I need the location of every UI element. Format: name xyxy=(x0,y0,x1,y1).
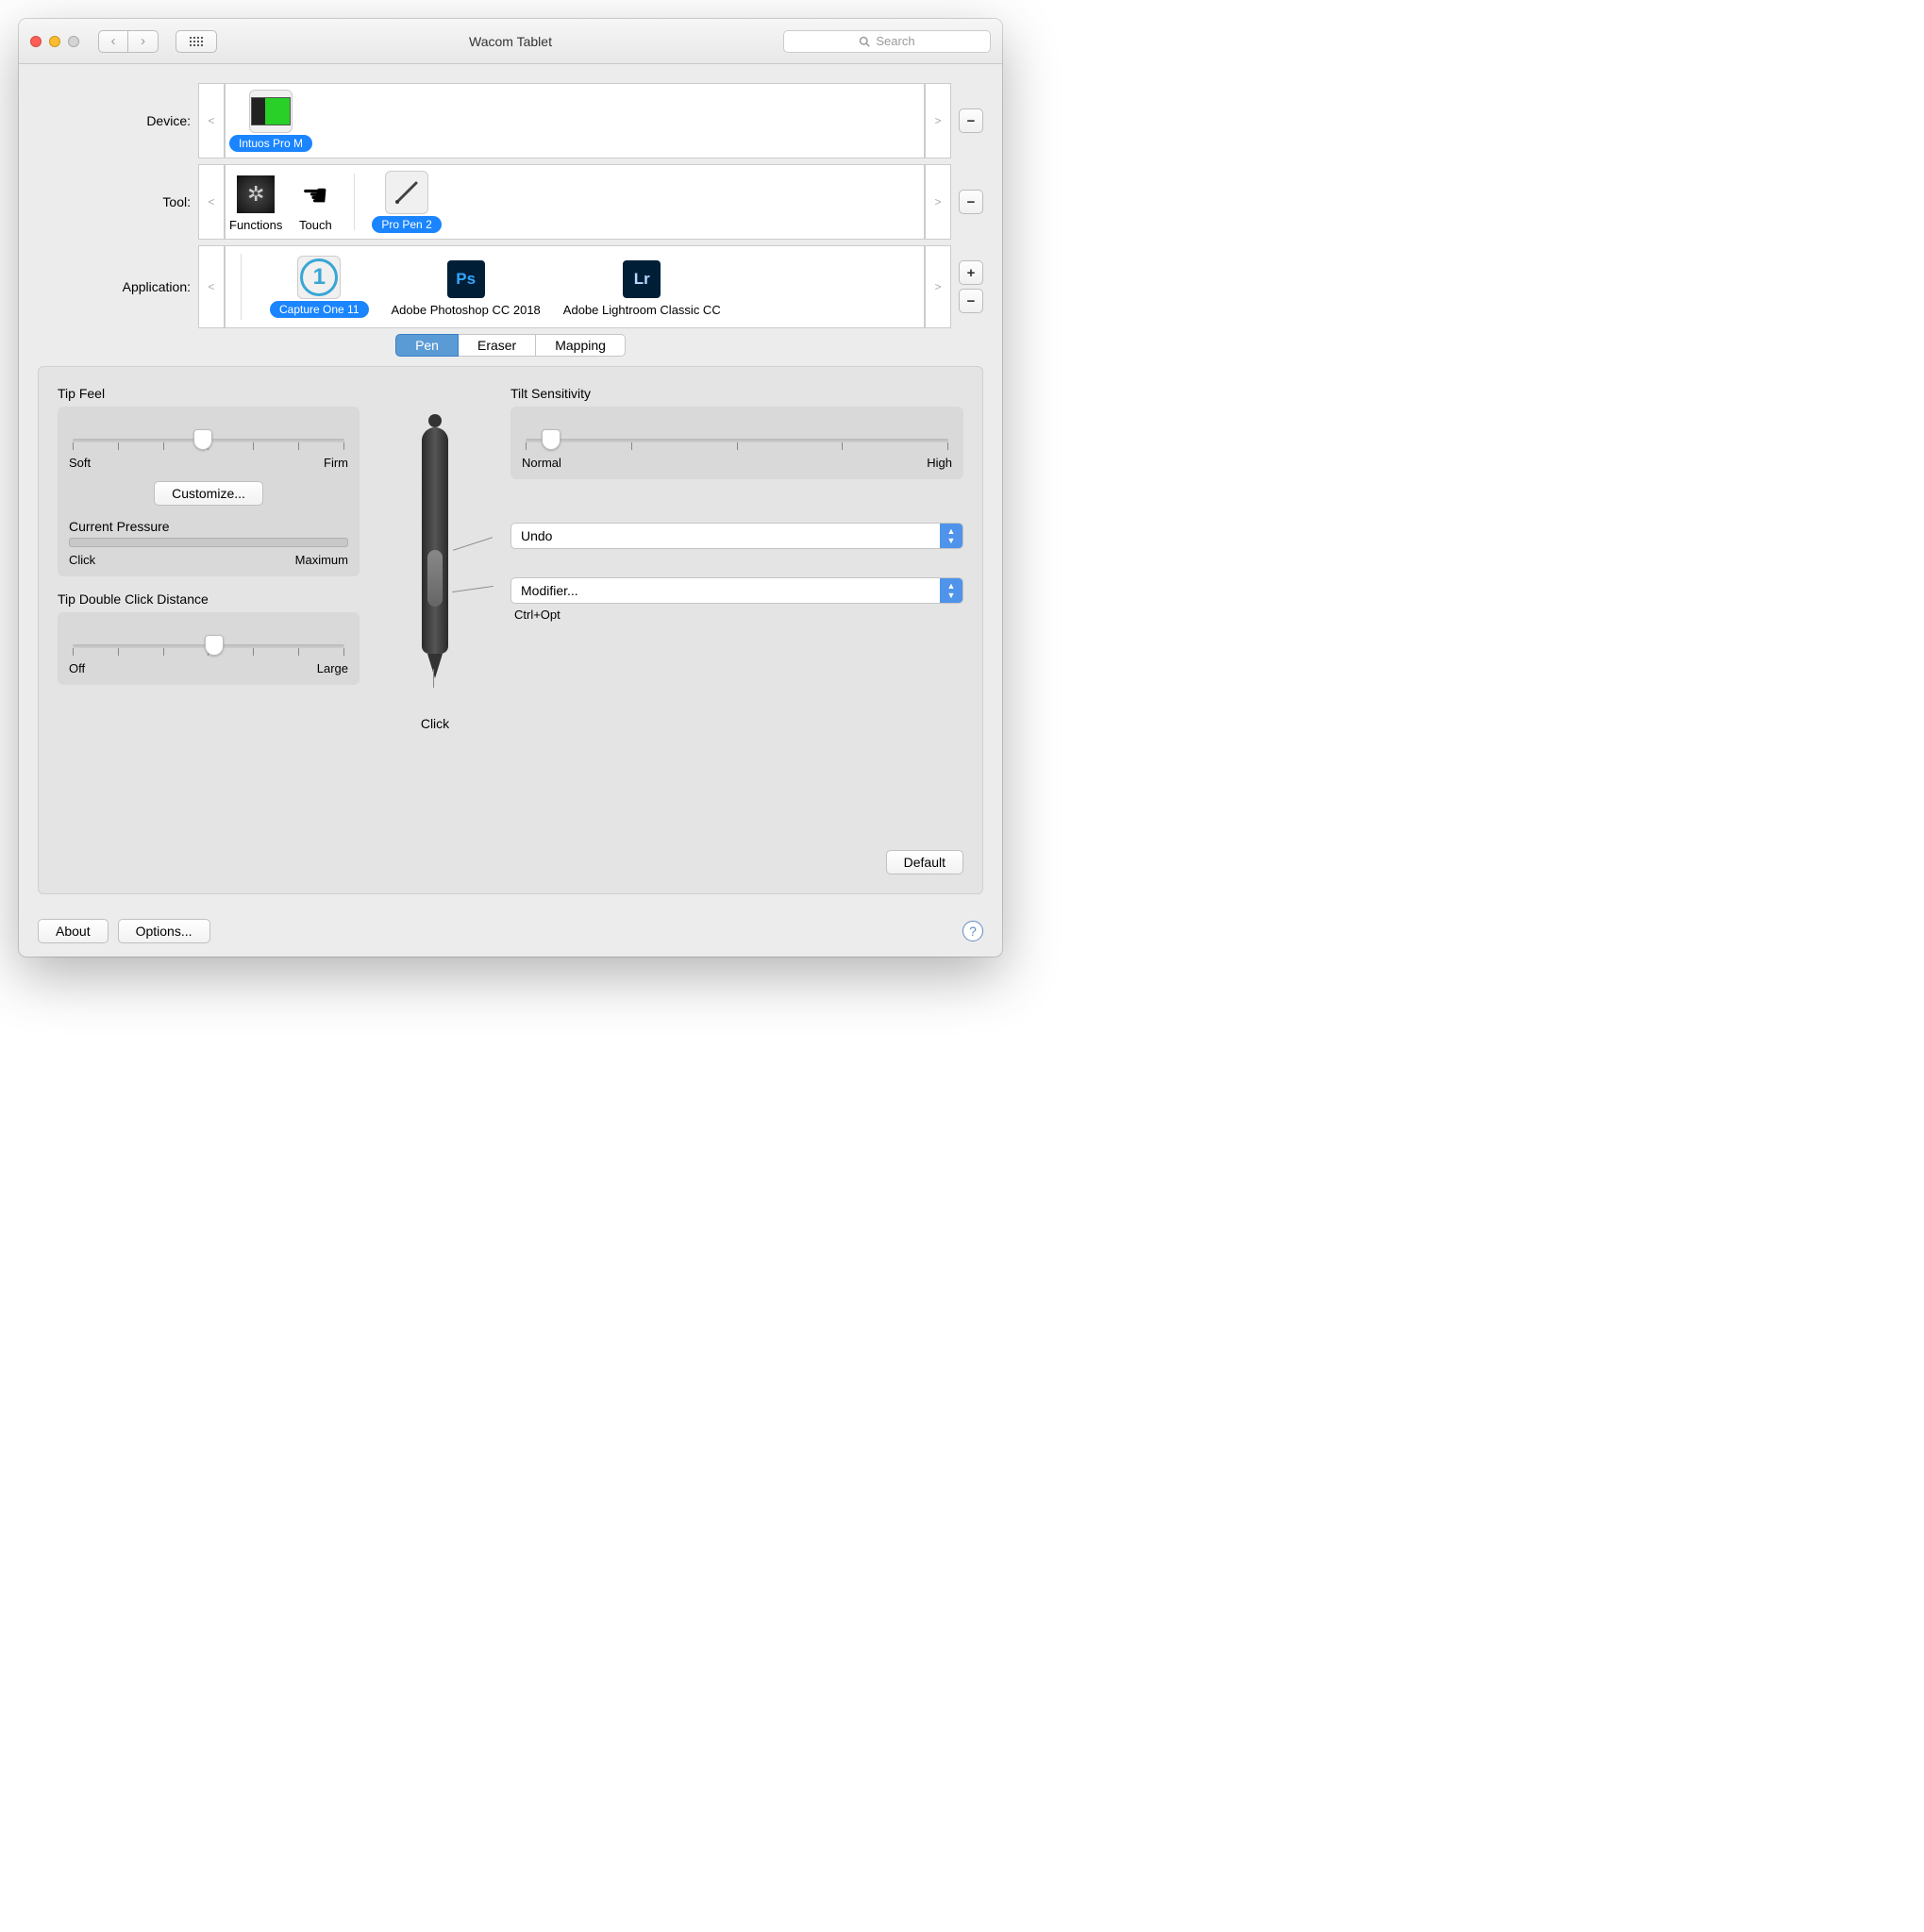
device-scroll-left[interactable]: < xyxy=(198,83,225,158)
upper-button-value: Undo xyxy=(511,528,940,543)
app-item-photoshop[interactable]: Ps Adobe Photoshop CC 2018 xyxy=(392,258,541,317)
lower-button-value: Modifier... xyxy=(511,583,940,598)
current-pressure-title: Current Pressure xyxy=(69,519,348,534)
tool-list: ✲ Functions ☚ Touch Pro Pen 2 xyxy=(225,164,925,240)
tool-scroll-right[interactable]: > xyxy=(925,164,951,240)
tool-item-label: Touch xyxy=(299,218,332,232)
device-remove-button[interactable]: − xyxy=(959,108,983,133)
app-item-captureone[interactable]: 1 Capture One 11 xyxy=(270,256,369,318)
application-list: 1 Capture One 11 Ps Adobe Photoshop CC 2… xyxy=(225,245,925,328)
tool-row: Tool: < ✲ Functions ☚ Touch Pro Pen 2 xyxy=(38,164,983,240)
search-icon xyxy=(859,36,870,47)
tilt-group: Normal High xyxy=(510,407,963,479)
chevron-updown-icon: ▲▼ xyxy=(940,524,962,548)
show-all-button[interactable] xyxy=(176,30,217,53)
tab-mapping[interactable]: Mapping xyxy=(536,334,626,357)
lower-button-sublabel: Ctrl+Opt xyxy=(514,608,963,622)
double-click-large-label: Large xyxy=(317,661,348,675)
double-click-group: Off Large xyxy=(58,612,360,685)
tip-feel-soft-label: Soft xyxy=(69,456,91,470)
tablet-icon xyxy=(251,97,291,125)
grid-icon xyxy=(190,37,203,46)
search-input[interactable]: Search xyxy=(783,30,991,53)
tilt-title: Tilt Sensitivity xyxy=(510,386,963,401)
pressure-click-label: Click xyxy=(69,553,95,567)
about-button[interactable]: About xyxy=(38,919,109,943)
settings-tabs: Pen Eraser Mapping xyxy=(38,334,983,357)
tab-eraser[interactable]: Eraser xyxy=(459,334,536,357)
back-button[interactable]: ‹ xyxy=(98,30,128,53)
device-item-intuos[interactable]: Intuos Pro M xyxy=(229,90,312,152)
search-placeholder: Search xyxy=(876,34,914,48)
double-click-slider[interactable] xyxy=(73,644,344,648)
device-label: Device: xyxy=(38,113,198,128)
pen-small-icon xyxy=(388,174,426,211)
tab-pen[interactable]: Pen xyxy=(395,334,459,357)
tool-remove-button[interactable]: − xyxy=(959,190,983,214)
app-add-button[interactable]: + xyxy=(959,260,983,285)
tool-item-touch[interactable]: ☚ Touch xyxy=(293,173,337,232)
double-click-title: Tip Double Click Distance xyxy=(58,591,360,607)
app-item-lightroom[interactable]: Lr Adobe Lightroom Classic CC xyxy=(563,258,721,317)
tool-item-functions[interactable]: ✲ Functions xyxy=(229,173,282,232)
upper-button-dropdown[interactable]: Undo ▲▼ xyxy=(510,523,963,549)
tilt-slider[interactable] xyxy=(526,439,948,442)
functions-icon: ✲ xyxy=(237,175,275,213)
customize-button[interactable]: Customize... xyxy=(154,481,263,506)
photoshop-icon: Ps xyxy=(447,260,485,298)
device-list: Intuos Pro M xyxy=(225,83,925,158)
app-scroll-left[interactable]: < xyxy=(198,245,225,328)
application-row: Application: < 1 Capture One 11 Ps Adobe… xyxy=(38,245,983,328)
traffic-lights xyxy=(30,36,79,47)
help-button[interactable]: ? xyxy=(962,921,983,941)
app-scroll-right[interactable]: > xyxy=(925,245,951,328)
pressure-bar xyxy=(69,538,348,547)
tip-feel-firm-label: Firm xyxy=(324,456,348,470)
forward-button[interactable]: › xyxy=(128,30,159,53)
lower-button-dropdown[interactable]: Modifier... ▲▼ xyxy=(510,577,963,604)
close-icon[interactable] xyxy=(30,36,42,47)
bottom-bar: About Options... ? xyxy=(19,909,1002,957)
slider-thumb[interactable] xyxy=(193,429,212,450)
default-button[interactable]: Default xyxy=(886,850,963,874)
device-scroll-right[interactable]: > xyxy=(925,83,951,158)
titlebar: ‹ › Wacom Tablet Search xyxy=(19,19,1002,64)
tip-feel-title: Tip Feel xyxy=(58,386,360,401)
app-item-label: Capture One 11 xyxy=(270,301,369,318)
pen-diagram: Click xyxy=(378,386,492,731)
app-remove-button[interactable]: − xyxy=(959,289,983,313)
tool-item-propen[interactable]: Pro Pen 2 xyxy=(372,171,441,233)
app-item-label: Adobe Photoshop CC 2018 xyxy=(392,303,541,317)
tilt-normal-label: Normal xyxy=(522,456,561,470)
tool-scroll-left[interactable]: < xyxy=(198,164,225,240)
double-click-off-label: Off xyxy=(69,661,85,675)
preferences-window: ‹ › Wacom Tablet Search Device: < Intuos… xyxy=(19,19,1002,957)
tip-feel-slider[interactable] xyxy=(73,439,344,442)
touch-icon: ☚ xyxy=(301,177,329,211)
pen-tip-label: Click xyxy=(421,716,449,731)
pressure-max-label: Maximum xyxy=(295,553,348,567)
tool-item-label: Functions xyxy=(229,218,282,232)
lightroom-icon: Lr xyxy=(623,260,661,298)
slider-thumb[interactable] xyxy=(205,635,224,656)
device-row: Device: < Intuos Pro M > − xyxy=(38,83,983,158)
chevron-updown-icon: ▲▼ xyxy=(940,578,962,603)
zoom-icon xyxy=(68,36,79,47)
options-button[interactable]: Options... xyxy=(118,919,210,943)
nav-buttons: ‹ › xyxy=(98,30,159,53)
capture-one-icon: 1 xyxy=(300,258,338,296)
device-item-label: Intuos Pro M xyxy=(229,135,312,152)
app-item-label: Adobe Lightroom Classic CC xyxy=(563,303,721,317)
tool-label: Tool: xyxy=(38,194,198,209)
tip-feel-group: Soft Firm Customize... Current Pressure … xyxy=(58,407,360,576)
application-label: Application: xyxy=(38,279,198,294)
divider xyxy=(241,254,242,320)
divider xyxy=(354,174,355,230)
minimize-icon[interactable] xyxy=(49,36,60,47)
slider-thumb[interactable] xyxy=(542,429,560,450)
tool-item-label: Pro Pen 2 xyxy=(372,216,441,233)
pen-panel: Tip Feel Soft Firm Customize... Current … xyxy=(38,366,983,894)
tilt-high-label: High xyxy=(927,456,952,470)
